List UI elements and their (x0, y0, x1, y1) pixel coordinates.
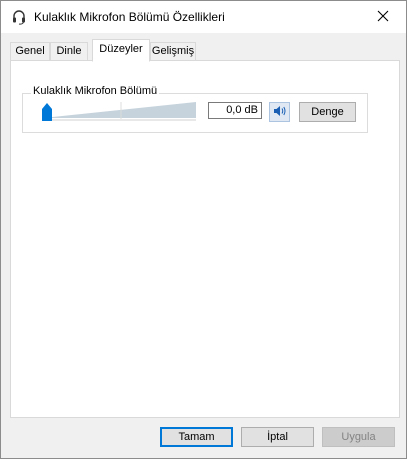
ok-button[interactable]: Tamam (160, 427, 233, 447)
speaker-icon (273, 105, 287, 120)
level-slider[interactable] (41, 100, 196, 121)
properties-window: Kulaklık Mikrofon Bölümü Özellikleri Gen… (0, 0, 407, 459)
level-db-value: 0,0 dB (208, 102, 262, 119)
tab-listen[interactable]: Dinle (50, 42, 88, 61)
apply-button: Uygula (322, 427, 395, 447)
close-icon (377, 10, 389, 25)
tab-advanced-label: Gelişmiş (151, 45, 195, 57)
window-title: Kulaklık Mikrofon Bölümü Özellikleri (34, 10, 225, 24)
level-group-label: Kulaklık Mikrofon Bölümü (31, 85, 160, 97)
mute-button[interactable] (269, 102, 290, 122)
db-value-text: 0,0 dB (226, 104, 258, 116)
tab-general-label: Genel (15, 45, 45, 57)
tab-levels-label: Düzeyler (99, 43, 143, 55)
close-button[interactable] (360, 1, 406, 33)
balance-button-label: Denge (311, 106, 344, 118)
title-bar: Kulaklık Mikrofon Bölümü Özellikleri (1, 1, 406, 33)
tab-advanced[interactable]: Gelişmiş (150, 42, 196, 61)
tab-general[interactable]: Genel (10, 42, 50, 61)
apply-button-label: Uygula (341, 431, 376, 443)
cancel-button[interactable]: İptal (241, 427, 314, 447)
ok-button-label: Tamam (178, 431, 215, 443)
headset-icon (11, 9, 27, 25)
slider-thumb[interactable] (42, 103, 52, 121)
tab-listen-label: Dinle (56, 45, 82, 57)
balance-button[interactable]: Denge (299, 102, 356, 122)
tab-levels[interactable]: Düzeyler (92, 39, 150, 62)
cancel-button-label: İptal (267, 431, 288, 443)
